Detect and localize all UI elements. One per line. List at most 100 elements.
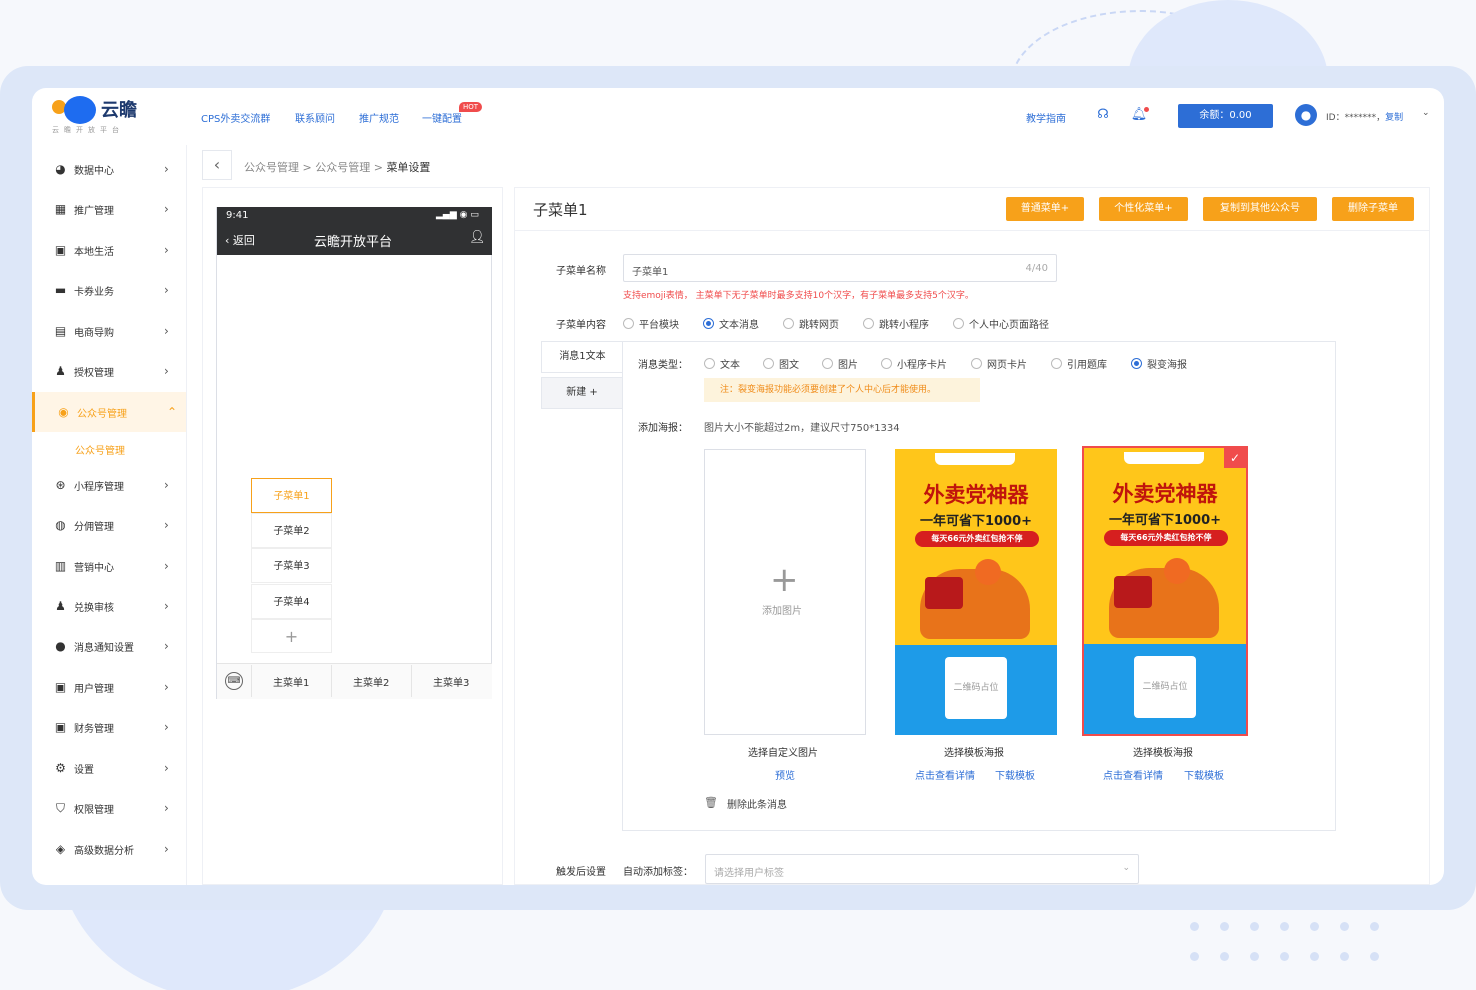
guide-link[interactable]: 教学指南: [1026, 110, 1066, 125]
chevron-right-icon: ›: [164, 202, 169, 216]
sidebar-item-5[interactable]: ♟ 授权管理 ›: [32, 351, 186, 391]
add-custom-menu-button[interactable]: 个性化菜单+: [1099, 197, 1188, 221]
sidebar-item-8[interactable]: ◍ 分佣管理 ›: [32, 505, 186, 545]
sidebar-item-12[interactable]: ▣ 用户管理 ›: [32, 667, 186, 707]
msg-type-radio-4[interactable]: 网页卡片: [971, 356, 1027, 371]
submenu-name-input[interactable]: 子菜单1 4/40: [623, 254, 1057, 282]
sidebar-item-3[interactable]: ▬ 卡券业务 ›: [32, 270, 186, 310]
add-submenu-button[interactable]: +: [251, 619, 332, 653]
sidebar-item-label: 设置: [74, 764, 94, 776]
content-radio-3[interactable]: 跳转小程序: [863, 316, 929, 331]
back-button[interactable]: ‹: [202, 150, 232, 180]
submenu-1[interactable]: 子菜单1: [251, 478, 332, 513]
message-tab-1[interactable]: 消息1文本: [541, 341, 623, 373]
keyboard-icon[interactable]: ⌨︎: [225, 672, 243, 690]
sidebar-item-1[interactable]: ▦ 推广管理 ›: [32, 189, 186, 229]
notification-dot: [1144, 107, 1149, 112]
user-tag-select[interactable]: 请选择用户标签 ⌄: [705, 854, 1139, 884]
breadcrumb-item[interactable]: 公众号管理: [244, 161, 299, 174]
submenu-4[interactable]: 子菜单4: [251, 584, 332, 619]
phone-back: ‹ 返回: [225, 232, 255, 248]
breadcrumb-item[interactable]: 公众号管理: [315, 161, 370, 174]
radio-label: 小程序卡片: [897, 360, 947, 371]
sidebar-item-6[interactable]: ◉ 公众号管理 ⌃: [32, 392, 186, 432]
main-menu-3[interactable]: 主菜单3: [433, 674, 469, 689]
radio-circle-icon: [703, 318, 714, 329]
content-radio-4[interactable]: 个人中心页面路径: [953, 316, 1049, 331]
msg-type-radio-5[interactable]: 引用题库: [1051, 356, 1107, 371]
view-details-link[interactable]: 点击查看详情: [915, 767, 975, 782]
trash-icon[interactable]: 🗑︎: [704, 796, 718, 809]
submenu-2[interactable]: 子菜单2: [251, 513, 332, 548]
poster-subtitle: 一年可省下1000+: [919, 514, 1033, 529]
sidebar-item-11[interactable]: ● 消息通知设置 ›: [32, 626, 186, 666]
user-icon: 👤︎: [469, 230, 486, 245]
delete-message-link[interactable]: 删除此条消息: [727, 796, 787, 811]
msg-type-radio-1[interactable]: 图文: [763, 356, 799, 371]
preview-link[interactable]: 预览: [775, 767, 795, 782]
decoration-dot: [1190, 922, 1199, 931]
sidebar-item-9[interactable]: ▥ 营销中心 ›: [32, 546, 186, 586]
sidebar-item-4[interactable]: ▤ 电商导购 ›: [32, 311, 186, 351]
sidebar-item-14[interactable]: ⚙ 设置 ›: [32, 748, 186, 788]
sidebar-item-16[interactable]: ◈ 高级数据分析 ›: [32, 829, 186, 869]
submenu-3[interactable]: 子菜单3: [251, 548, 332, 583]
sidebar-item-label: 用户管理: [74, 683, 114, 695]
phone-time: 9:41: [226, 210, 249, 221]
radio-circle-icon: [971, 358, 982, 369]
radio-label: 文本: [720, 360, 740, 371]
sidebar-item-label: 高级数据分析: [74, 845, 134, 857]
msg-type-radio-3[interactable]: 小程序卡片: [881, 356, 947, 371]
chart-icon: ◕: [55, 161, 66, 176]
sidebar-item-label: 权限管理: [74, 804, 114, 816]
sidebar-item-13[interactable]: ▣ 财务管理 ›: [32, 707, 186, 747]
logo-text[interactable]: 云瞻: [101, 96, 137, 122]
msg-type-radio-2[interactable]: 图片: [822, 356, 858, 371]
main-menu-1[interactable]: 主菜单1: [273, 674, 309, 689]
download-template-link[interactable]: 下载模板: [1184, 767, 1224, 782]
content-radio-1[interactable]: 文本消息: [703, 316, 759, 331]
main-menu-2[interactable]: 主菜单2: [353, 674, 389, 689]
nav-link-one-click-config[interactable]: 一键配置: [422, 110, 462, 125]
balance-button[interactable]: 余额：0.00: [1178, 104, 1273, 128]
chevron-down-icon[interactable]: ⌄: [1422, 108, 1430, 118]
sidebar-subitem-official-account[interactable]: 公众号管理: [75, 442, 125, 457]
miniapp-icon: ⊛: [55, 477, 66, 492]
delete-submenu-button[interactable]: 删除子菜单: [1332, 197, 1414, 221]
nav-link-rules[interactable]: 推广规范: [359, 110, 399, 125]
sidebar-item-label: 财务管理: [74, 723, 114, 735]
sidebar-item-label: 卡券业务: [74, 286, 114, 298]
decoration-dot: [1280, 922, 1289, 931]
chevron-right-icon: ›: [164, 162, 169, 176]
copy-link[interactable]: 复制: [1385, 113, 1403, 123]
headset-icon[interactable]: ☊: [1094, 106, 1112, 124]
sidebar-item-0[interactable]: ◕ 数据中心 ›: [32, 149, 186, 189]
content-radio-2[interactable]: 跳转网页: [783, 316, 839, 331]
chevron-right-icon: ›: [164, 801, 169, 815]
nav-link-consultant[interactable]: 联系顾问: [295, 110, 335, 125]
chevron-right-icon: ›: [164, 478, 169, 492]
nav-link-cps-group[interactable]: CPS外卖交流群: [201, 110, 270, 125]
sidebar-item-15[interactable]: ⛉ 权限管理 ›: [32, 788, 186, 828]
copy-to-account-button[interactable]: 复制到其他公众号: [1203, 197, 1317, 221]
template-caption: 选择模板海报: [1133, 748, 1193, 759]
users-icon: ▣: [54, 679, 67, 694]
msg-type-radio-6[interactable]: 裂变海报: [1131, 356, 1187, 371]
download-template-link[interactable]: 下载模板: [995, 767, 1035, 782]
add-normal-menu-button[interactable]: 普通菜单+: [1006, 197, 1084, 221]
decoration-dot: [1220, 922, 1229, 931]
msg-type-radio-0[interactable]: 文本: [704, 356, 740, 371]
template-poster-1[interactable]: 外卖党神器 一年可省下1000+ 每天66元外卖红包抢不停 二维码占位: [895, 449, 1057, 735]
new-message-button[interactable]: 新建 +: [541, 377, 623, 409]
sidebar-item-2[interactable]: ▣ 本地生活 ›: [32, 230, 186, 270]
gift-icon: ▥: [54, 558, 67, 573]
content-radio-0[interactable]: 平台模块: [623, 316, 679, 331]
template-poster-2[interactable]: 外卖党神器 一年可省下1000+ 每天66元外卖红包抢不停 二维码占位 ✓: [1082, 446, 1248, 736]
sidebar-item-10[interactable]: ♟ 兑换审核 ›: [32, 586, 186, 626]
commission-icon: ◍: [55, 517, 66, 532]
chevron-right-icon: ›: [164, 364, 169, 378]
chevron-right-icon: ›: [164, 599, 169, 613]
view-details-link[interactable]: 点击查看详情: [1103, 767, 1163, 782]
sidebar-item-7[interactable]: ⊛ 小程序管理 ›: [32, 465, 186, 505]
avatar-icon[interactable]: ●: [1295, 104, 1317, 126]
